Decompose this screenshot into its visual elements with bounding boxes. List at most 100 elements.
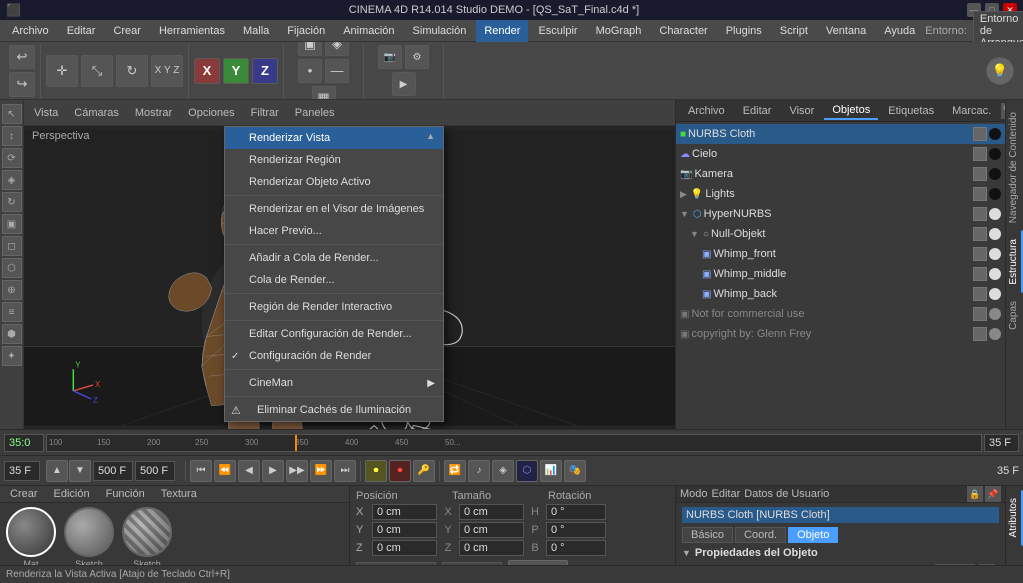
obj-hypernurbs[interactable]: ▼ ⬡ HyperNURBS <box>676 204 1005 224</box>
record-auto-btn[interactable]: ⏺ <box>389 460 411 482</box>
obj-nurbs-cloth[interactable]: ■ NURBS Cloth <box>676 124 1005 144</box>
menu-character[interactable]: Character <box>651 20 715 42</box>
menu-animacion[interactable]: Animación <box>335 20 402 42</box>
mat-tab-edicion[interactable]: Edición <box>48 486 96 502</box>
left-icon-2[interactable]: ↕ <box>2 126 22 146</box>
poly-mode[interactable]: ▦ <box>312 86 336 101</box>
vp-btn-paneles[interactable]: Paneles <box>289 105 341 121</box>
menu-mograph[interactable]: MoGraph <box>588 20 650 42</box>
menu-malla[interactable]: Malla <box>235 20 277 42</box>
goto-end-btn[interactable]: ⏭ <box>334 460 356 482</box>
mat-item-3[interactable]: Sketch <box>120 507 174 569</box>
left-icon-7[interactable]: ◻ <box>2 236 22 256</box>
wf-dot[interactable] <box>989 248 1001 260</box>
render-btn[interactable]: ▶ <box>392 72 416 96</box>
wb-vis-sq[interactable] <box>973 287 987 301</box>
menu-anadir-cola[interactable]: Añadir a Cola de Render... <box>225 247 443 269</box>
fps-field-2[interactable]: 500 F <box>135 461 175 481</box>
menu-plugins[interactable]: Plugins <box>718 20 770 42</box>
menu-renderizar-vista[interactable]: Renderizar Vista ▲ <box>225 127 443 149</box>
left-icon-1[interactable]: ↖ <box>2 104 22 124</box>
obj-whimp-middle[interactable]: ▣ Whimp_middle <box>676 264 1005 284</box>
menu-eliminar-caches[interactable]: ⚠ Eliminar Cachés de Iluminación <box>225 399 443 421</box>
menu-simulacion[interactable]: Simulación <box>405 20 475 42</box>
menu-render[interactable]: Render <box>476 20 528 42</box>
menu-configuracion[interactable]: ✓ Configuración de Render <box>225 345 443 367</box>
panel-tab-marcac[interactable]: Marcac. <box>944 103 999 119</box>
play-btn[interactable]: ▶ <box>262 460 284 482</box>
menu-cineman[interactable]: CineMan ▶ <box>225 372 443 394</box>
play-forward-btn[interactable]: ▶▶ <box>286 460 308 482</box>
mat-item-2[interactable]: Sketch <box>62 507 116 569</box>
vp-btn-camaras[interactable]: Cámaras <box>68 105 125 121</box>
obj-cielo[interactable]: ☁ Cielo <box>676 144 1005 164</box>
render-settings-btn[interactable]: ⚙ <box>405 45 429 69</box>
pos-x-field[interactable]: 0 cm <box>372 504 437 520</box>
obj-whimp-front[interactable]: ▣ Whimp_front <box>676 244 1005 264</box>
scheme-btn[interactable]: ◈ <box>492 460 514 482</box>
keyframe-btn[interactable]: 🔑 <box>413 460 435 482</box>
menu-cola-render[interactable]: Cola de Render... <box>225 269 443 291</box>
vtab-atributos[interactable]: Atributos <box>1006 490 1023 545</box>
vtab-capas[interactable]: Capas <box>1006 293 1023 338</box>
mat-tab-textura[interactable]: Textura <box>155 486 203 502</box>
kamera-vis-sq[interactable] <box>973 167 987 181</box>
left-icon-11[interactable]: ⬢ <box>2 324 22 344</box>
hypernurbs-dot[interactable] <box>989 208 1001 220</box>
vp-btn-vista[interactable]: Vista <box>28 105 64 121</box>
obj-lights[interactable]: ▶ 💡 Lights <box>676 184 1005 204</box>
menu-hacer-previo[interactable]: Hacer Previo... <box>225 220 443 242</box>
vp-btn-mostrar[interactable]: Mostrar <box>129 105 178 121</box>
obj-kamera[interactable]: 📷 Kamera <box>676 164 1005 184</box>
panel-tab-etiquetas[interactable]: Etiquetas <box>880 103 942 119</box>
panel-tab-objetos[interactable]: Objetos <box>824 102 878 120</box>
cr-vis-sq[interactable] <box>973 327 987 341</box>
size-x-field[interactable]: 0 cm <box>459 504 524 520</box>
attr-tab-basico[interactable]: Básico <box>682 527 733 543</box>
pos-y-field[interactable]: 0 cm <box>372 522 437 538</box>
point-mode[interactable]: • <box>298 59 322 83</box>
panel-tab-archivo[interactable]: Archivo <box>680 103 733 119</box>
timeline-strip[interactable]: 100 150 200 250 300 350 400 450 50... <box>46 434 982 452</box>
model-mode[interactable]: ▣ <box>298 42 322 56</box>
left-icon-4[interactable]: ◈ <box>2 170 22 190</box>
rotate-tool[interactable]: ↻ <box>116 55 148 87</box>
prop-collapse-arrow[interactable]: ▼ <box>682 548 691 558</box>
next-frame-btn[interactable]: ⏩ <box>310 460 332 482</box>
prev-frame-btn[interactable]: ⏪ <box>214 460 236 482</box>
nurbs-cloth-dot[interactable] <box>989 128 1001 140</box>
wm-vis-sq[interactable] <box>973 267 987 281</box>
null-vis-sq[interactable] <box>973 227 987 241</box>
redo-button[interactable]: ↪ <box>9 72 35 97</box>
scale-tool[interactable]: ⤡ <box>81 55 113 87</box>
null-dot[interactable] <box>989 228 1001 240</box>
play-reverse-btn[interactable]: ◀ <box>238 460 260 482</box>
vtab-navegador[interactable]: Navegador de Contenido <box>1006 104 1023 231</box>
obj-null[interactable]: ▼ ○ Null-Objekt <box>676 224 1005 244</box>
attr-tab-objeto[interactable]: Objeto <box>788 527 838 543</box>
left-icon-10[interactable]: ≡ <box>2 302 22 322</box>
size-z-field[interactable]: 0 cm <box>459 540 524 556</box>
mat-tab-funcion[interactable]: Función <box>100 486 151 502</box>
menu-editar-config[interactable]: Editar Configuración de Render... <box>225 323 443 345</box>
size-y-field[interactable]: 0 cm <box>459 522 524 538</box>
left-icon-3[interactable]: ⟳ <box>2 148 22 168</box>
record-btn[interactable]: ⏺ <box>365 460 387 482</box>
menu-ayuda[interactable]: Ayuda <box>876 20 923 42</box>
cielo-dot[interactable] <box>989 148 1001 160</box>
nurbs-cloth-vis-sq[interactable] <box>973 127 987 141</box>
left-icon-9[interactable]: ⊕ <box>2 280 22 300</box>
current-frame-field[interactable]: 35 F <box>4 461 40 481</box>
wb-dot[interactable] <box>989 288 1001 300</box>
mat-sphere-3[interactable] <box>122 507 172 557</box>
loop-btn[interactable]: 🔁 <box>444 460 466 482</box>
hypernurbs-vis-sq[interactable] <box>973 207 987 221</box>
fps-field[interactable]: 500 F <box>93 461 133 481</box>
cr-dot[interactable] <box>989 328 1001 340</box>
left-icon-8[interactable]: ⬡ <box>2 258 22 278</box>
mat-sphere-2[interactable] <box>64 507 114 557</box>
obj-whimp-back[interactable]: ▣ Whimp_back <box>676 284 1005 304</box>
texture-mode[interactable]: ◈ <box>325 42 349 56</box>
vtab-estructura[interactable]: Estructura <box>1006 231 1023 293</box>
left-icon-5[interactable]: ↻ <box>2 192 22 212</box>
